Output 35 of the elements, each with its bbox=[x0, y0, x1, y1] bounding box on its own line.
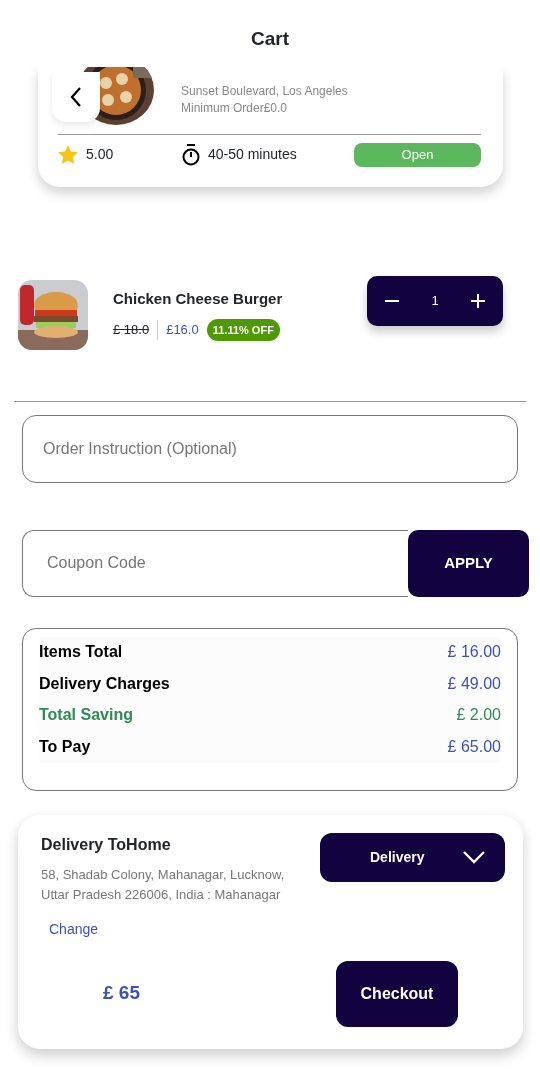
page-title: Cart bbox=[251, 27, 289, 52]
change-link[interactable]: Change bbox=[49, 918, 99, 940]
rating: 5.00 bbox=[86, 145, 115, 165]
summary-value: £ 49.00 bbox=[447, 673, 501, 694]
open-status: Open bbox=[354, 143, 481, 167]
delivery-address: 58, Shadab Colony, Mahanagar, Lucknow, Uttar Pradesh 226006, India : Mahanagar bbox=[41, 865, 286, 904]
summary-value: £ 16.00 bbox=[447, 642, 501, 663]
apply-button[interactable]: APPLY bbox=[408, 529, 529, 597]
summary-label: Delivery Charges bbox=[39, 673, 170, 694]
total-amount: £ 65 bbox=[103, 981, 140, 1006]
coupon-field[interactable]: Coupon Code bbox=[22, 529, 408, 597]
summary-value: £ 65.00 bbox=[447, 736, 501, 757]
summary-label: To Pay bbox=[39, 736, 91, 757]
discount-badge: 11.11% OFF bbox=[206, 318, 280, 341]
order-instruction-field[interactable]: Order Instruction (Optional) bbox=[22, 414, 518, 483]
timer-icon bbox=[182, 143, 200, 166]
minus-icon bbox=[384, 300, 401, 303]
summary-label: Items Total bbox=[39, 642, 123, 663]
delivery-time: 40-50 minutes bbox=[208, 145, 297, 165]
star-icon bbox=[58, 145, 78, 165]
restaurant-address: Sunset Boulevard, Los Angeles bbox=[181, 83, 348, 100]
checkout-button[interactable]: Checkout bbox=[336, 960, 458, 1027]
summary-value: £ 2.00 bbox=[456, 705, 501, 726]
back-button[interactable] bbox=[52, 72, 100, 122]
original-price: £ 18.0 bbox=[113, 320, 159, 340]
item-name: Chicken Cheese Burger bbox=[113, 289, 283, 309]
quantity-value: 1 bbox=[431, 291, 439, 310]
summary-label: Total Saving bbox=[39, 705, 133, 726]
chevron-down-icon bbox=[463, 850, 485, 864]
discounted-price: £16.0 bbox=[166, 321, 199, 339]
back-icon bbox=[69, 86, 83, 108]
delivery-title: Delivery ToHome bbox=[41, 834, 172, 855]
delivery-mode-dropdown[interactable]: Delivery bbox=[320, 832, 505, 882]
minimum-order: Minimum Order£0.0 bbox=[181, 100, 289, 117]
plus-icon bbox=[469, 293, 486, 310]
